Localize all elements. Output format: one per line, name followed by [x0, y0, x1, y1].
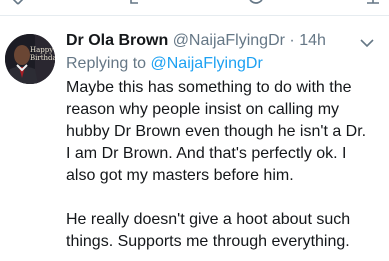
body-line: I am Dr Brown. And that's perfectly ok. … — [66, 145, 347, 162]
meta-separator: · — [289, 32, 295, 49]
replying-to: Replying to @NaijaFlyingDr — [66, 54, 263, 74]
replying-prefix: Replying to — [66, 55, 147, 72]
body-line: also got my masters before him. — [66, 167, 294, 184]
body-line: hubby Dr Brown even though he isn't a Dr… — [66, 123, 367, 140]
chevron-down-icon[interactable] — [360, 35, 374, 49]
body-line: reason why people insist on calling my — [66, 101, 340, 118]
avatar[interactable]: Happy 64 Birthday — [5, 34, 55, 84]
reply-icon[interactable] — [10, 0, 26, 6]
tweet[interactable]: Happy 64 Birthday Dr Ola Brown @NaijaFly… — [0, 16, 389, 261]
like-icon[interactable] — [248, 0, 264, 6]
body-line: Maybe this has something to do with the — [66, 79, 352, 96]
retweet-icon[interactable] — [128, 0, 144, 6]
body-line: things. Supports me through everything. — [66, 233, 350, 250]
body-line: He really doesn't give a hoot about such — [66, 211, 351, 228]
avatar-caption: Happy 64 Birthday — [30, 46, 55, 62]
replying-to-handle[interactable]: @NaijaFlyingDr — [151, 55, 263, 72]
tweet-body: Maybe this has something to do with the … — [66, 77, 386, 253]
share-icon[interactable] — [365, 0, 381, 6]
tweet-time[interactable]: 14h — [299, 32, 326, 49]
previous-tweet-actions — [0, 0, 389, 8]
display-name[interactable]: Dr Ola Brown — [66, 32, 168, 49]
tweet-header: Dr Ola Brown @NaijaFlyingDr · 14h — [66, 31, 326, 51]
user-handle[interactable]: @NaijaFlyingDr — [173, 32, 285, 49]
tweet-page: Happy 64 Birthday Dr Ola Brown @NaijaFly… — [0, 0, 389, 261]
